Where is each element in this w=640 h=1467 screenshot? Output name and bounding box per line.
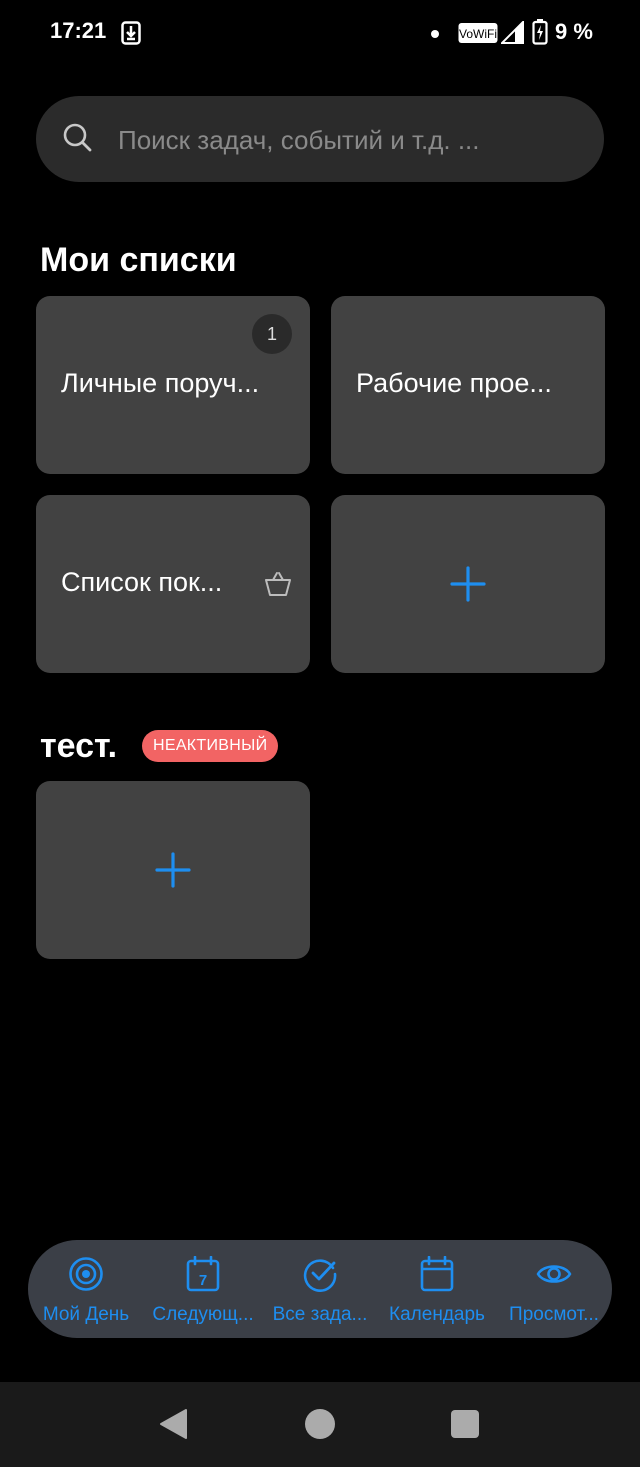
list-tile-label: Рабочие прое... xyxy=(356,368,552,398)
section-title-my-lists: Мои списки xyxy=(40,241,237,279)
search-icon xyxy=(63,123,92,152)
nav-label: Мой День xyxy=(42,1304,130,1325)
nav-label: Следующ... xyxy=(152,1304,254,1325)
nav-item-all-tasks[interactable]: Все зада... xyxy=(262,1240,378,1338)
add-list-button[interactable] xyxy=(331,495,605,673)
vowifi-icon: VoWiFi xyxy=(458,23,498,43)
nav-item-calendar[interactable]: Календарь xyxy=(379,1240,495,1338)
nav-item-view[interactable]: Просмот... xyxy=(496,1240,612,1338)
list-tile-work[interactable]: Рабочие прое... xyxy=(331,296,605,474)
list-tile-label: Список пок... xyxy=(61,567,223,597)
nav-label: Календарь xyxy=(389,1304,485,1325)
calendar-7-icon: 7 xyxy=(186,1256,220,1292)
plus-icon xyxy=(450,566,486,602)
signal-icon xyxy=(501,21,524,44)
home-icon[interactable] xyxy=(305,1409,335,1439)
system-nav-bar xyxy=(0,1382,640,1467)
notification-dot-icon xyxy=(431,30,439,38)
bottom-nav: Мой День 7 Следующ... Все зада... Календ… xyxy=(28,1240,612,1338)
target-icon xyxy=(69,1257,103,1291)
battery-icon xyxy=(532,19,548,45)
add-list-button-test[interactable] xyxy=(36,781,310,959)
status-bar: 17:21 VoWiFi 9 % xyxy=(0,0,640,64)
status-time: 17:21 xyxy=(50,18,107,43)
recent-apps-icon[interactable] xyxy=(451,1410,479,1438)
plus-icon xyxy=(155,852,191,888)
svg-text:VoWiFi: VoWiFi xyxy=(459,27,497,41)
search-input[interactable] xyxy=(116,96,590,184)
nav-item-my-day[interactable]: Мой День xyxy=(28,1240,144,1338)
list-tile-personal[interactable]: Личные поруч... 1 xyxy=(36,296,310,474)
count-badge: 1 xyxy=(252,314,292,354)
eye-icon xyxy=(536,1265,572,1283)
basket-icon xyxy=(265,572,291,596)
section-title-test: тест. xyxy=(40,727,118,765)
status-badge: НЕАКТИВНЫЙ xyxy=(142,730,279,762)
check-circle-icon xyxy=(303,1259,337,1292)
search-bar[interactable] xyxy=(36,96,604,184)
nav-label: Все зада... xyxy=(272,1304,368,1325)
nav-label: Просмот... xyxy=(509,1304,599,1325)
back-icon[interactable] xyxy=(158,1408,188,1440)
svg-text:7: 7 xyxy=(199,1272,207,1289)
calendar-icon xyxy=(420,1256,454,1292)
nav-item-next[interactable]: 7 Следующ... xyxy=(145,1240,261,1338)
download-icon xyxy=(121,21,141,45)
list-tile-label: Личные поруч... xyxy=(61,368,260,398)
list-tile-shopping[interactable]: Список пок... xyxy=(36,495,310,673)
battery-percent: 9 % xyxy=(555,19,593,44)
